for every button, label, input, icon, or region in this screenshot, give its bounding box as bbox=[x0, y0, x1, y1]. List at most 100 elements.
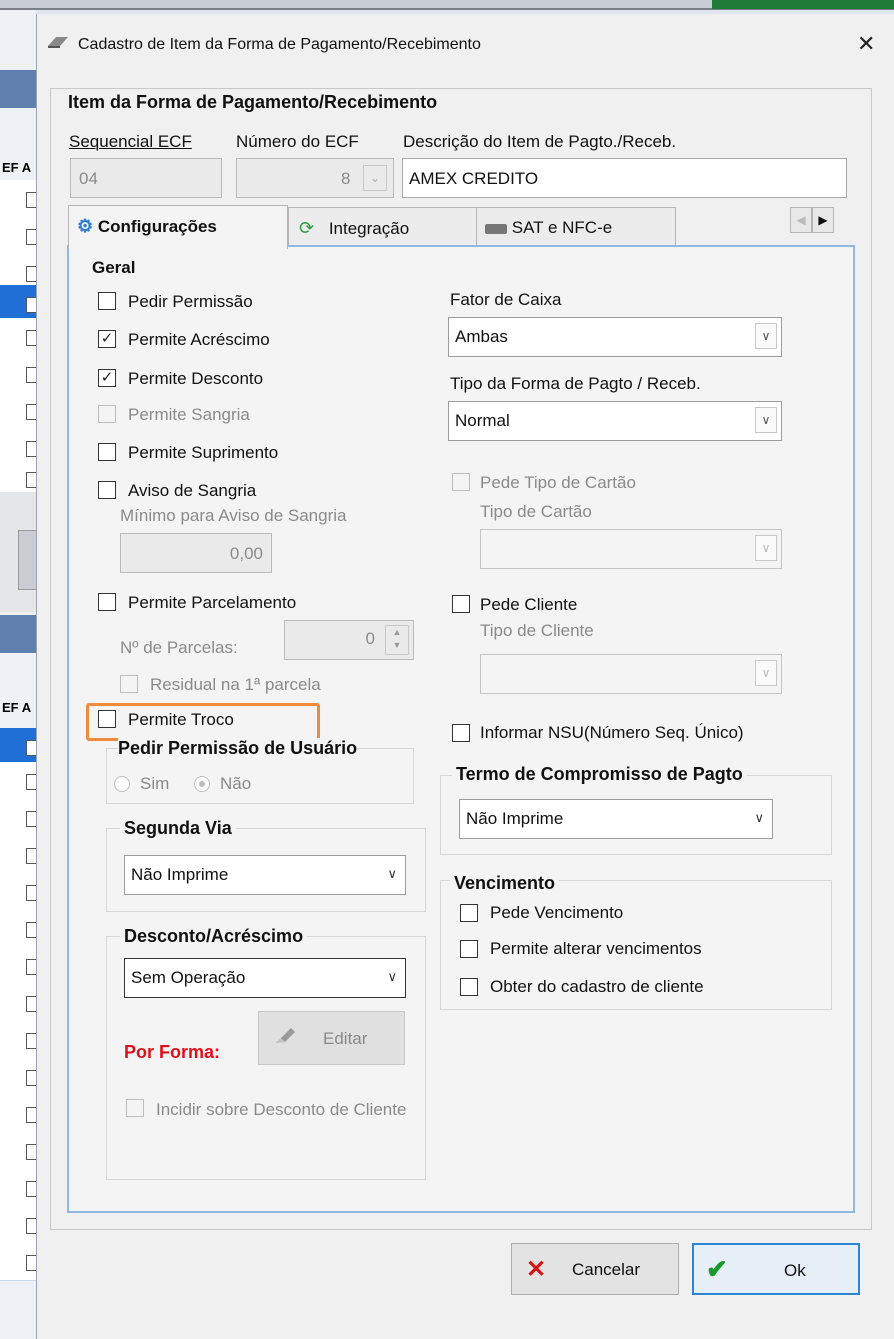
background-row bbox=[0, 355, 37, 393]
chevron-down-icon: ∨ bbox=[754, 810, 764, 825]
editar-button[interactable]: Editar bbox=[258, 1011, 405, 1065]
pedir-permissao-label: Pedir Permissão bbox=[128, 292, 253, 311]
tab-integracao-label: Integração bbox=[328, 219, 410, 238]
chevron-down-icon: ∨ bbox=[387, 969, 397, 984]
pedir-permissao-checkbox[interactable] bbox=[98, 292, 116, 310]
background-row bbox=[0, 217, 37, 255]
chevron-down-icon: ∨ bbox=[387, 866, 397, 881]
background-row bbox=[0, 1206, 37, 1244]
tab-sat-nfce-label: SAT e NFC-e bbox=[511, 218, 613, 237]
sequencial-label: Sequencial ECF bbox=[69, 132, 192, 151]
background-button bbox=[18, 530, 38, 590]
permite-parcelamento-label: Permite Parcelamento bbox=[128, 593, 297, 612]
desconto-acrescimo-select[interactable]: Sem Operação ∨ bbox=[124, 958, 406, 998]
permite-acrescimo-checkbox[interactable]: ✓ bbox=[98, 330, 116, 348]
checkmark-icon: ✔ bbox=[706, 1254, 728, 1284]
n-parcelas-value: 0 bbox=[365, 629, 375, 648]
tab-configuracoes[interactable]: ⚙ Configurações bbox=[68, 205, 288, 249]
permite-troco-checkbox[interactable] bbox=[98, 710, 116, 728]
residual-label: Residual na 1ª parcela bbox=[150, 675, 321, 694]
background-column-label: EF A bbox=[2, 700, 32, 715]
dialog-title: Cadastro de Item da Forma de Pagamento/R… bbox=[78, 36, 481, 53]
tipo-cliente-select[interactable]: ∨ bbox=[480, 654, 782, 694]
permite-desconto-checkbox[interactable]: ✓ bbox=[98, 369, 116, 387]
minimo-aviso-field[interactable]: 0,00 bbox=[120, 533, 272, 573]
tab-scroll-right-icon[interactable]: ▶ bbox=[812, 207, 834, 233]
aviso-sangria-checkbox[interactable] bbox=[98, 481, 116, 499]
background-row bbox=[0, 1243, 37, 1281]
fator-caixa-label: Fator de Caixa bbox=[450, 290, 562, 309]
background-row bbox=[0, 762, 37, 800]
cancelar-label: Cancelar bbox=[572, 1260, 641, 1279]
incidir-label: Incidir sobre Desconto de Cliente bbox=[156, 1100, 407, 1119]
permite-desconto-label: Permite Desconto bbox=[128, 369, 264, 388]
background-row bbox=[0, 799, 37, 837]
cancelar-button[interactable]: ✕ Cancelar bbox=[511, 1243, 679, 1295]
background-header-bar bbox=[0, 70, 36, 108]
sequencial-field[interactable]: 04 bbox=[70, 158, 222, 198]
numero-ecf-select[interactable]: 8 ⌄ bbox=[236, 158, 394, 198]
minimo-aviso-value: 0,00 bbox=[229, 544, 263, 563]
background-column-label: EF A bbox=[2, 160, 32, 175]
geral-title: Geral bbox=[92, 258, 136, 277]
obter-cadastro-label: Obter do cadastro de cliente bbox=[490, 977, 704, 996]
informar-nsu-checkbox[interactable] bbox=[452, 724, 470, 742]
pede-cliente-checkbox[interactable] bbox=[452, 595, 470, 613]
ok-button[interactable]: ✔ Ok bbox=[692, 1243, 860, 1295]
nao-radio[interactable] bbox=[194, 776, 210, 792]
tab-sat-nfce[interactable]: SAT e NFC-e bbox=[476, 207, 676, 247]
background-header-bar bbox=[0, 615, 36, 653]
background-row bbox=[0, 1058, 37, 1096]
sim-label: Sim bbox=[140, 774, 170, 793]
n-parcelas-label: Nº de Parcelas: bbox=[120, 638, 238, 657]
tab-integracao[interactable]: ⟳ Integração bbox=[288, 207, 478, 247]
permite-parcelamento-checkbox[interactable] bbox=[98, 593, 116, 611]
pede-cliente-label: Pede Cliente bbox=[480, 595, 578, 614]
minimo-aviso-label: Mínimo para Aviso de Sangria bbox=[120, 506, 347, 525]
permite-acrescimo-label: Permite Acréscimo bbox=[128, 330, 270, 349]
background-row bbox=[0, 1095, 37, 1133]
pede-tipo-cartao-label: Pede Tipo de Cartão bbox=[480, 473, 636, 492]
close-icon: ✕ bbox=[526, 1256, 547, 1283]
printer-icon bbox=[485, 223, 507, 234]
background-green-strip bbox=[712, 0, 894, 9]
close-icon[interactable]: ✕ bbox=[857, 31, 875, 57]
segunda-via-select[interactable]: Não Imprime ∨ bbox=[124, 855, 406, 895]
pedir-permissao-usuario-title: Pedir Permissão de Usuário bbox=[118, 738, 358, 759]
descricao-input[interactable]: AMEX CREDITO bbox=[402, 158, 847, 198]
tab-configuracoes-label: Configurações bbox=[97, 217, 217, 236]
numero-ecf-label: Número do ECF bbox=[236, 132, 359, 151]
tipo-forma-select[interactable]: Normal ∨ bbox=[448, 401, 782, 441]
pede-vencimento-label: Pede Vencimento bbox=[490, 903, 624, 922]
tab-scroll-left-icon[interactable]: ◀ bbox=[790, 207, 812, 233]
desconto-acrescimo-title: Desconto/Acréscimo bbox=[120, 926, 308, 947]
spin-arrows-icon[interactable]: ▲ ▼ bbox=[385, 625, 409, 655]
termo-select[interactable]: Não Imprime ∨ bbox=[459, 799, 773, 839]
payment-icon bbox=[46, 34, 70, 55]
background-row bbox=[0, 836, 37, 874]
permite-alterar-checkbox[interactable] bbox=[460, 940, 478, 958]
permite-suprimento-checkbox[interactable] bbox=[98, 443, 116, 461]
obter-cadastro-checkbox[interactable] bbox=[460, 978, 478, 996]
sync-icon: ⟳ bbox=[299, 218, 315, 238]
background-row bbox=[0, 873, 37, 911]
tipo-cartao-select[interactable]: ∨ bbox=[480, 529, 782, 569]
descricao-value: AMEX CREDITO bbox=[409, 169, 539, 188]
gear-icon: ⚙ bbox=[77, 216, 94, 236]
permite-suprimento-label: Permite Suprimento bbox=[128, 443, 279, 462]
vencimento-title: Vencimento bbox=[450, 873, 560, 894]
fator-caixa-select[interactable]: Ambas ∨ bbox=[448, 317, 782, 357]
sim-radio[interactable] bbox=[114, 776, 130, 792]
pede-vencimento-checkbox[interactable] bbox=[460, 904, 478, 922]
fator-caixa-value: Ambas bbox=[455, 327, 508, 346]
segunda-via-title: Segunda Via bbox=[120, 818, 236, 839]
background-row bbox=[0, 910, 37, 948]
n-parcelas-stepper[interactable]: 0 ▲ ▼ bbox=[284, 620, 414, 660]
background-row bbox=[0, 318, 37, 356]
incidir-checkbox bbox=[126, 1099, 144, 1117]
background-row bbox=[0, 1021, 37, 1059]
sequencial-value: 04 bbox=[79, 169, 98, 188]
background-row bbox=[0, 180, 37, 218]
background-row-selected bbox=[0, 728, 37, 766]
permite-sangria-checkbox bbox=[98, 405, 116, 423]
